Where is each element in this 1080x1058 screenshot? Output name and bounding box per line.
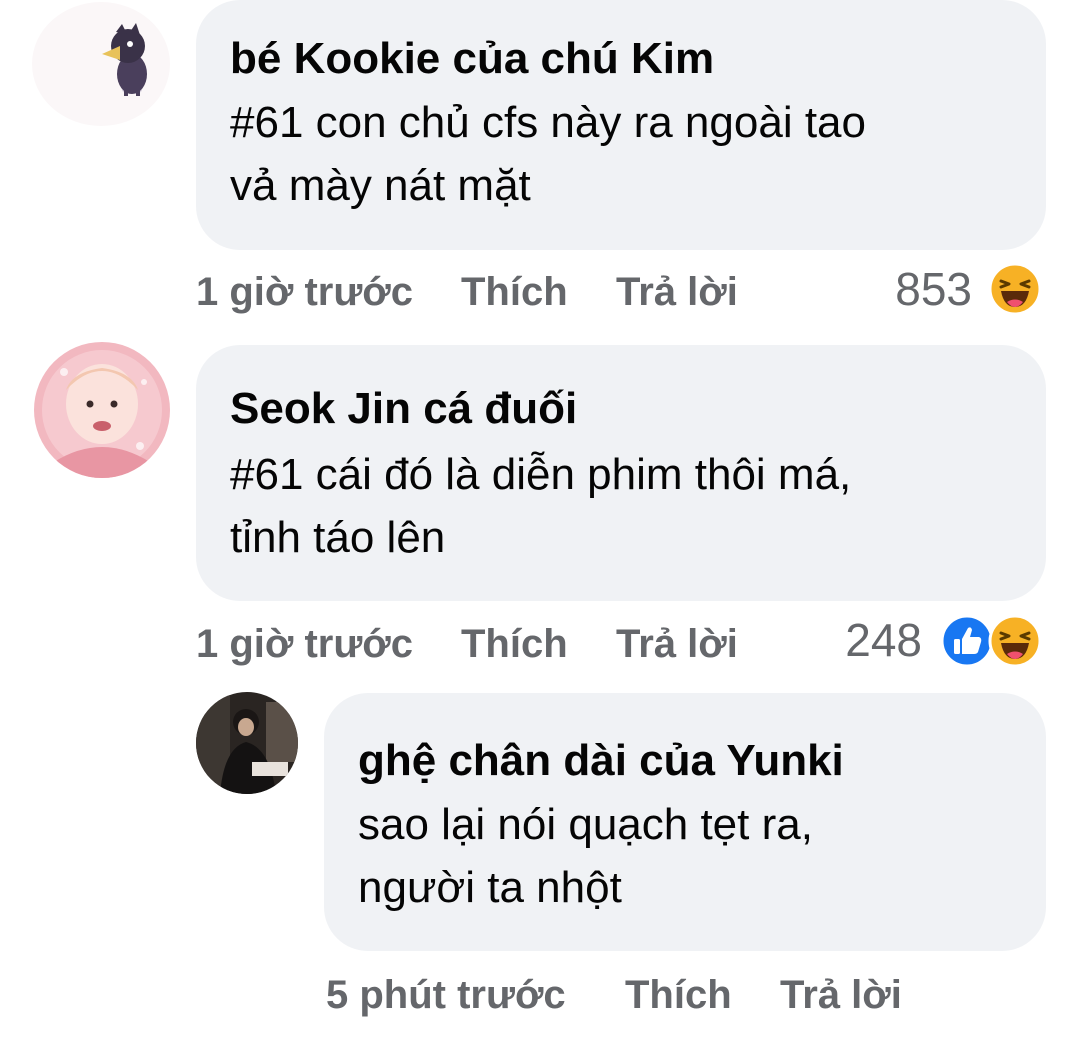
avatar[interactable] [32, 2, 170, 126]
comment-author[interactable]: Seok Jin cá đuối [230, 383, 577, 435]
reaction-count[interactable]: 853 [895, 263, 972, 315]
reply-button[interactable]: Trả lời [616, 268, 738, 316]
reply-button[interactable]: Trả lời [616, 620, 738, 668]
reply-button[interactable]: Trả lời [780, 971, 902, 1019]
avatar[interactable] [34, 342, 170, 478]
comment-author[interactable]: ghệ chân dài của Yunki [358, 735, 844, 787]
avatar-photo-icon [196, 692, 298, 794]
like-button[interactable]: Thích [461, 620, 568, 668]
like-button[interactable]: Thích [625, 971, 732, 1019]
comment-text-line: #61 con chủ cfs này ra ngoài tao [230, 98, 866, 147]
comment-author[interactable]: bé Kookie của chú Kim [230, 33, 714, 85]
comment-text-line: tỉnh táo lên [230, 513, 446, 562]
avatar-crow-icon [32, 2, 170, 126]
reaction-count[interactable]: 248 [845, 614, 922, 666]
like-icon[interactable] [940, 614, 994, 668]
avatar-photo-icon [34, 342, 170, 478]
comment-timestamp[interactable]: 1 giờ trước [196, 620, 413, 668]
comment-text-line: vả mày nát mặt [230, 161, 531, 210]
avatar[interactable] [196, 692, 298, 794]
like-button[interactable]: Thích [461, 268, 568, 316]
comment-timestamp[interactable]: 5 phút trước [326, 971, 566, 1019]
comment-text-line: sao lại nói quạch tẹt ra, [358, 800, 813, 849]
haha-icon[interactable] [988, 614, 1042, 668]
comment-text-line: người ta nhột [358, 863, 622, 912]
comment-text-line: #61 cái đó là diễn phim thôi má, [230, 450, 852, 499]
comment-timestamp[interactable]: 1 giờ trước [196, 268, 413, 316]
haha-icon[interactable] [988, 262, 1042, 316]
